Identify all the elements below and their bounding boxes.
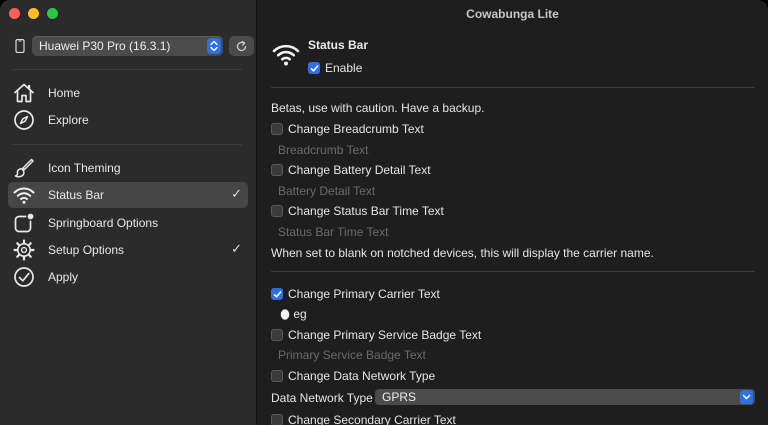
sidebar-item-status-bar[interactable]: Status Bar ✓ — [8, 182, 248, 208]
secondary-carrier-checkbox[interactable]: Change Secondary Carrier Text — [271, 413, 456, 425]
wifi-icon — [13, 187, 35, 204]
egg-icon — [280, 309, 290, 320]
sidebar-item-label: Explore — [48, 113, 89, 127]
data-network-checkbox-label: Change Data Network Type — [288, 369, 436, 383]
sidebar-divider — [12, 69, 242, 70]
secondary-carrier-checkbox-label: Change Secondary Carrier Text — [288, 413, 456, 425]
gear-icon — [13, 239, 35, 261]
carrier-text-value: eg — [293, 307, 307, 321]
chevron-down-icon — [740, 390, 753, 404]
page-title: Status Bar — [308, 38, 369, 52]
checkmark-circle-icon — [14, 267, 34, 287]
service-badge-checkbox-label: Change Primary Service Badge Text — [288, 328, 482, 342]
sidebar-item-home[interactable]: Home — [8, 80, 248, 106]
data-network-type-value: GPRS — [382, 390, 417, 404]
refresh-button[interactable] — [229, 36, 254, 56]
time-note: When set to blank on notched devices, th… — [271, 246, 654, 260]
maximize-window-button[interactable] — [47, 8, 58, 19]
close-window-button[interactable] — [9, 8, 20, 19]
service-badge-text-field[interactable]: Primary Service Badge Text — [278, 348, 426, 362]
sidebar-item-label: Status Bar — [48, 188, 105, 202]
main-panel: Status Bar Enable Betas, use with cautio… — [258, 0, 768, 425]
sidebar-item-icon-theming[interactable]: Icon Theming — [8, 155, 248, 181]
sidebar-divider — [12, 144, 242, 145]
enable-checkbox[interactable]: Enable — [308, 61, 362, 75]
device-select-value: Huawei P30 Pro (16.3.1) — [39, 39, 171, 53]
time-checkbox[interactable]: Change Status Bar Time Text — [271, 204, 444, 218]
paintbrush-icon — [14, 158, 34, 178]
carrier-checkbox-label: Change Primary Carrier Text — [288, 287, 440, 301]
checkmark-icon: ✓ — [231, 241, 242, 256]
battery-checkbox-label: Change Battery Detail Text — [288, 163, 431, 177]
breadcrumb-checkbox-label: Change Breadcrumb Text — [288, 122, 424, 136]
data-network-type-select[interactable]: GPRS — [375, 389, 755, 405]
checkbox-unchecked-icon[interactable] — [271, 414, 283, 425]
time-checkbox-label: Change Status Bar Time Text — [288, 204, 444, 218]
checkbox-checked-icon[interactable] — [308, 62, 320, 74]
checkbox-unchecked-icon[interactable] — [271, 329, 283, 341]
compass-icon — [14, 110, 34, 130]
house-icon — [14, 83, 34, 103]
checkbox-unchecked-icon[interactable] — [271, 370, 283, 382]
checkbox-unchecked-icon[interactable] — [271, 164, 283, 176]
beta-warning: Betas, use with caution. Have a backup. — [271, 101, 485, 115]
data-network-checkbox[interactable]: Change Data Network Type — [271, 369, 435, 383]
service-badge-checkbox[interactable]: Change Primary Service Badge Text — [271, 328, 481, 342]
checkbox-unchecked-icon[interactable] — [271, 205, 283, 217]
carrier-checkbox[interactable]: Change Primary Carrier Text — [271, 287, 440, 301]
section-divider — [271, 87, 755, 88]
sidebar-item-label: Setup Options — [48, 243, 125, 257]
phone-icon — [15, 39, 25, 53]
battery-checkbox[interactable]: Change Battery Detail Text — [271, 163, 431, 177]
sidebar-item-label: Icon Theming — [48, 161, 121, 175]
checkmark-icon: ✓ — [231, 186, 242, 201]
app-window: Huawei P30 Pro (16.3.1) Home Explore Ico… — [0, 0, 768, 425]
refresh-icon — [236, 40, 247, 51]
checkbox-checked-icon[interactable] — [271, 288, 283, 300]
device-picker-row: Huawei P30 Pro (16.3.1) — [12, 36, 254, 56]
breadcrumb-checkbox[interactable]: Change Breadcrumb Text — [271, 122, 424, 136]
sidebar-item-springboard-options[interactable]: Springboard Options — [8, 210, 248, 236]
time-text-field[interactable]: Status Bar Time Text — [278, 225, 389, 239]
window-controls — [9, 8, 58, 19]
section-divider — [271, 271, 755, 272]
sidebar-item-label: Home — [48, 86, 81, 100]
minimize-window-button[interactable] — [28, 8, 39, 19]
sidebar: Huawei P30 Pro (16.3.1) Home Explore Ico… — [0, 0, 257, 425]
device-select[interactable]: Huawei P30 Pro (16.3.1) — [32, 36, 223, 56]
battery-text-field[interactable]: Battery Detail Text — [278, 184, 375, 198]
sidebar-item-apply[interactable]: Apply — [8, 264, 248, 290]
breadcrumb-text-field[interactable]: Breadcrumb Text — [278, 143, 369, 157]
sidebar-item-setup-options[interactable]: Setup Options ✓ — [8, 237, 248, 263]
chevron-updown-icon — [207, 38, 221, 54]
enable-label: Enable — [325, 61, 363, 75]
sidebar-item-label: Apply — [48, 270, 79, 284]
sidebar-item-explore[interactable]: Explore — [8, 107, 248, 133]
app-badge-icon — [14, 212, 35, 233]
carrier-text-field[interactable]: eg — [280, 307, 307, 321]
data-network-type-label: Data Network Type — [271, 391, 373, 405]
sidebar-item-label: Springboard Options — [48, 216, 159, 230]
checkbox-unchecked-icon[interactable] — [271, 123, 283, 135]
wifi-icon — [272, 44, 300, 66]
